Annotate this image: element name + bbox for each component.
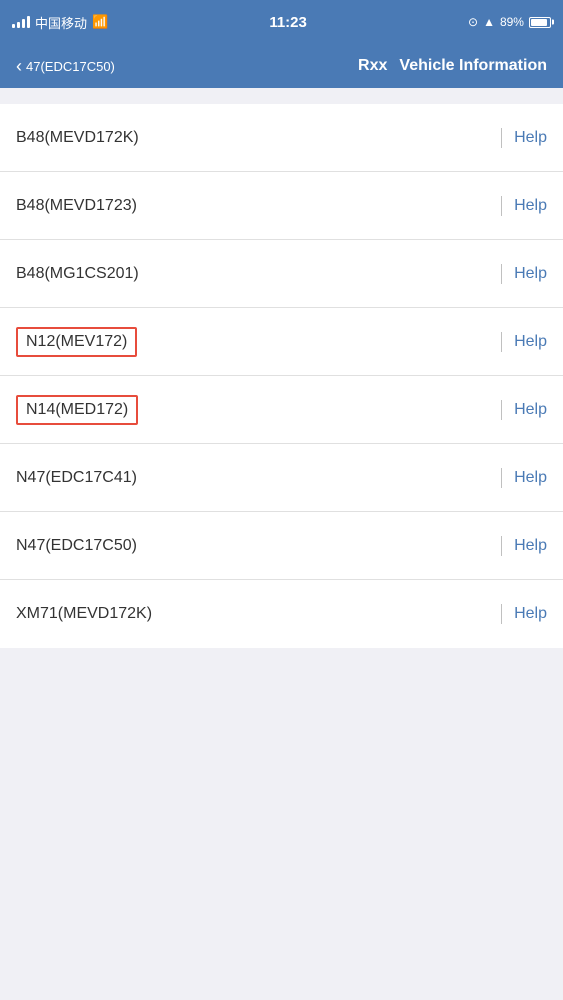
item-right: Help (501, 264, 547, 284)
nav-title-section: Rxx Vehicle Information (193, 57, 547, 75)
item-right: Help (501, 400, 547, 420)
item-right: Help (501, 604, 547, 624)
item-content: B48(MEVD172K) (16, 129, 501, 147)
list-item[interactable]: B48(MEVD172K) Help (0, 104, 563, 172)
help-button-b48-mevd1723[interactable]: Help (514, 197, 547, 215)
item-label-n47-edc17c41: N47(EDC17C41) (16, 469, 137, 487)
battery-percent: 89% (500, 15, 524, 29)
status-time: 11:23 (269, 14, 307, 31)
item-label-b48-mevd172k: B48(MEVD172K) (16, 129, 139, 147)
nav-title: Vehicle Information (399, 57, 547, 75)
battery-icon (529, 17, 551, 28)
location-icon: ⊙ (468, 15, 478, 29)
item-label-xm71-mevd172k: XM71(MEVD172K) (16, 605, 152, 623)
item-label-n12-mev172: N12(MEV172) (16, 327, 137, 357)
help-button-n47-edc17c41[interactable]: Help (514, 469, 547, 487)
back-button[interactable]: ‹ 47(EDC17C50) (16, 57, 193, 75)
back-arrow-icon: ‹ (16, 57, 22, 75)
item-content: B48(MG1CS201) (16, 265, 501, 283)
divider-line (501, 468, 502, 488)
divider-line (501, 264, 502, 284)
divider-line (501, 128, 502, 148)
divider-line (501, 604, 502, 624)
status-right: ⊙ ▲ 89% (468, 15, 551, 29)
status-bar: 中国移动 📶 11:23 ⊙ ▲ 89% (0, 0, 563, 44)
help-button-b48-mevd172k[interactable]: Help (514, 129, 547, 147)
help-button-n14-med172[interactable]: Help (514, 401, 547, 419)
divider-line (501, 332, 502, 352)
list-container: B48(MEVD172K)HelpB48(MEVD1723)HelpB48(MG… (0, 88, 563, 1000)
item-label-n14-med172: N14(MED172) (16, 395, 138, 425)
help-button-n12-mev172[interactable]: Help (514, 333, 547, 351)
list-item[interactable]: B48(MEVD1723) Help (0, 172, 563, 240)
list-item[interactable]: N14(MED172) Help (0, 376, 563, 444)
item-label-b48-mevd1723: B48(MEVD1723) (16, 197, 137, 215)
item-content: N12(MEV172) (16, 327, 501, 357)
item-label-n47-edc17c50: N47(EDC17C50) (16, 537, 137, 555)
divider-line (501, 536, 502, 556)
back-label: 47(EDC17C50) (26, 59, 115, 74)
item-label-b48-mg1cs201: B48(MG1CS201) (16, 265, 139, 283)
list-section: B48(MEVD172K)HelpB48(MEVD1723)HelpB48(MG… (0, 104, 563, 648)
item-right: Help (501, 128, 547, 148)
list-item[interactable]: N47(EDC17C50) Help (0, 512, 563, 580)
divider-line (501, 400, 502, 420)
carrier-label: 中国移动 (35, 13, 87, 32)
status-left: 中国移动 📶 (12, 13, 108, 32)
item-right: Help (501, 468, 547, 488)
item-content: N47(EDC17C50) (16, 537, 501, 555)
list-item[interactable]: XM71(MEVD172K) Help (0, 580, 563, 648)
item-right: Help (501, 332, 547, 352)
help-button-xm71-mevd172k[interactable]: Help (514, 605, 547, 623)
list-item[interactable]: N12(MEV172) Help (0, 308, 563, 376)
item-content: N14(MED172) (16, 395, 501, 425)
nav-bar: ‹ 47(EDC17C50) Rxx Vehicle Information (0, 44, 563, 88)
nav-rxx: Rxx (358, 57, 387, 75)
divider-line (501, 196, 502, 216)
item-right: Help (501, 536, 547, 556)
wifi-icon: 📶 (92, 14, 108, 30)
arrow-icon: ▲ (483, 15, 495, 29)
help-button-b48-mg1cs201[interactable]: Help (514, 265, 547, 283)
item-content: XM71(MEVD172K) (16, 605, 501, 623)
item-content: N47(EDC17C41) (16, 469, 501, 487)
signal-icon (12, 16, 30, 28)
list-item[interactable]: N47(EDC17C41) Help (0, 444, 563, 512)
item-right: Help (501, 196, 547, 216)
list-item[interactable]: B48(MG1CS201) Help (0, 240, 563, 308)
help-button-n47-edc17c50[interactable]: Help (514, 537, 547, 555)
item-content: B48(MEVD1723) (16, 197, 501, 215)
